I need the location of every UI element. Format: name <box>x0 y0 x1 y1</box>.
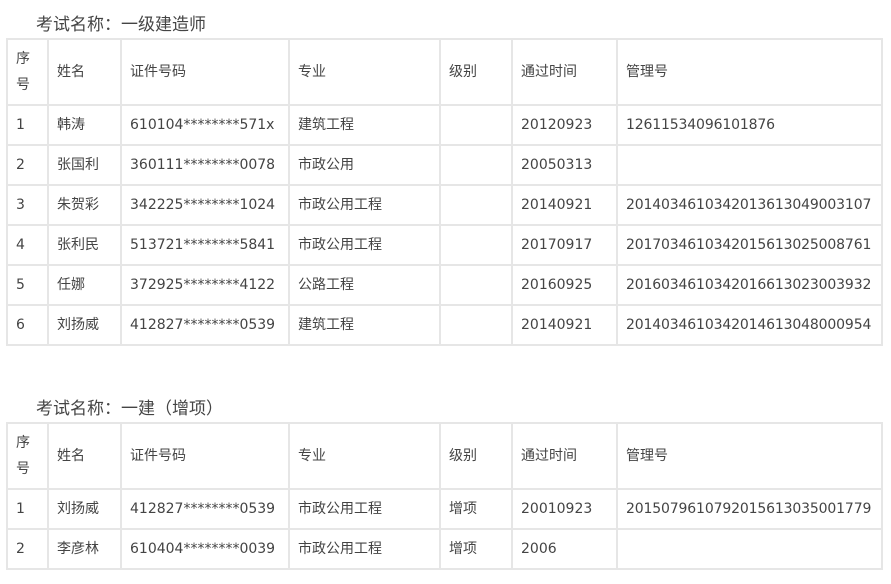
cell-management-number: 2016034610342016613023003932 <box>616 264 883 306</box>
cell-level <box>439 264 513 306</box>
cell-pass-date: 20120923 <box>511 104 618 146</box>
cell-id-number: 513721********5841 <box>120 224 290 266</box>
table-header-row: 序号 姓名 证件号码 专业 级别 通过时间 管理号 <box>6 422 883 490</box>
cell-seq: 2 <box>6 144 49 186</box>
header-id-number: 证件号码 <box>120 38 290 106</box>
header-management-number: 管理号 <box>616 38 883 106</box>
cell-major: 市政公用工程 <box>288 528 441 570</box>
cell-management-number: 12611534096101876 <box>616 104 883 146</box>
cell-major: 市政公用工程 <box>288 488 441 530</box>
cell-level <box>439 224 513 266</box>
cell-seq: 6 <box>6 304 49 346</box>
header-major: 专业 <box>288 422 441 490</box>
section-title-2: 考试名称：一建（增项） <box>36 399 223 419</box>
table-row: 1 韩涛 610104********571x 建筑工程 20120923 12… <box>6 104 883 146</box>
cell-major: 市政公用工程 <box>288 224 441 266</box>
cell-name: 韩涛 <box>47 104 122 146</box>
cell-seq: 4 <box>6 224 49 266</box>
header-name: 姓名 <box>47 38 122 106</box>
table-row: 3 朱贺彩 342225********1024 市政公用工程 20140921… <box>6 184 883 226</box>
cell-id-number: 412827********0539 <box>120 304 290 346</box>
cell-seq: 3 <box>6 184 49 226</box>
cell-pass-date: 20140921 <box>511 304 618 346</box>
cell-major: 建筑工程 <box>288 304 441 346</box>
header-pass-date: 通过时间 <box>511 38 618 106</box>
table-row: 5 任娜 372925********4122 公路工程 20160925 20… <box>6 264 883 306</box>
cell-seq: 5 <box>6 264 49 306</box>
header-seq-line1: 序 <box>16 435 30 451</box>
cell-pass-date: 20140921 <box>511 184 618 226</box>
cell-name: 张国利 <box>47 144 122 186</box>
cell-major: 公路工程 <box>288 264 441 306</box>
cell-pass-date: 20170917 <box>511 224 618 266</box>
cell-seq: 2 <box>6 528 49 570</box>
cell-management-number: 2015079610792015613035001779 <box>616 488 883 530</box>
cell-level <box>439 304 513 346</box>
cell-id-number: 610104********571x <box>120 104 290 146</box>
header-id-number: 证件号码 <box>120 422 290 490</box>
header-seq: 序号 <box>6 38 49 106</box>
cell-id-number: 372925********4122 <box>120 264 290 306</box>
cell-level: 增项 <box>439 528 513 570</box>
header-management-number: 管理号 <box>616 422 883 490</box>
cell-major: 建筑工程 <box>288 104 441 146</box>
exam-table-1: 序号 姓名 证件号码 专业 级别 通过时间 管理号 1 韩涛 610104***… <box>6 38 883 346</box>
cell-pass-date: 2006 <box>511 528 618 570</box>
cell-management-number: 2014034610342013613049003107 <box>616 184 883 226</box>
header-pass-date: 通过时间 <box>511 422 618 490</box>
table-row: 6 刘扬威 412827********0539 建筑工程 20140921 2… <box>6 304 883 346</box>
header-seq-line2: 号 <box>16 461 30 477</box>
cell-name: 李彦林 <box>47 528 122 570</box>
cell-pass-date: 20010923 <box>511 488 618 530</box>
cell-id-number: 412827********0539 <box>120 488 290 530</box>
header-major: 专业 <box>288 38 441 106</box>
exam-table-2: 序号 姓名 证件号码 专业 级别 通过时间 管理号 1 刘扬威 412827**… <box>6 422 883 570</box>
cell-major: 市政公用工程 <box>288 184 441 226</box>
header-name: 姓名 <box>47 422 122 490</box>
cell-name: 刘扬威 <box>47 488 122 530</box>
section-title-1: 考试名称：一级建造师 <box>36 15 206 35</box>
cell-id-number: 360111********0078 <box>120 144 290 186</box>
table-header-row: 序号 姓名 证件号码 专业 级别 通过时间 管理号 <box>6 38 883 106</box>
cell-level: 增项 <box>439 488 513 530</box>
cell-management-number: 2017034610342015613025008761 <box>616 224 883 266</box>
cell-management-number <box>616 528 883 570</box>
cell-level <box>439 104 513 146</box>
cell-level <box>439 144 513 186</box>
header-level: 级别 <box>439 422 513 490</box>
table-row: 2 李彦林 610404********0039 市政公用工程 增项 2006 <box>6 528 883 570</box>
cell-management-number: 2014034610342014613048000954 <box>616 304 883 346</box>
cell-level <box>439 184 513 226</box>
header-seq: 序号 <box>6 422 49 490</box>
cell-name: 刘扬威 <box>47 304 122 346</box>
table-row: 1 刘扬威 412827********0539 市政公用工程 增项 20010… <box>6 488 883 530</box>
cell-name: 朱贺彩 <box>47 184 122 226</box>
cell-name: 张利民 <box>47 224 122 266</box>
cell-major: 市政公用 <box>288 144 441 186</box>
cell-management-number <box>616 144 883 186</box>
header-level: 级别 <box>439 38 513 106</box>
header-seq-line1: 序 <box>16 51 30 67</box>
cell-name: 任娜 <box>47 264 122 306</box>
table-row: 2 张国利 360111********0078 市政公用 20050313 <box>6 144 883 186</box>
cell-id-number: 342225********1024 <box>120 184 290 226</box>
cell-pass-date: 20050313 <box>511 144 618 186</box>
header-seq-line2: 号 <box>16 77 30 93</box>
table-row: 4 张利民 513721********5841 市政公用工程 20170917… <box>6 224 883 266</box>
cell-pass-date: 20160925 <box>511 264 618 306</box>
cell-seq: 1 <box>6 488 49 530</box>
cell-id-number: 610404********0039 <box>120 528 290 570</box>
cell-seq: 1 <box>6 104 49 146</box>
